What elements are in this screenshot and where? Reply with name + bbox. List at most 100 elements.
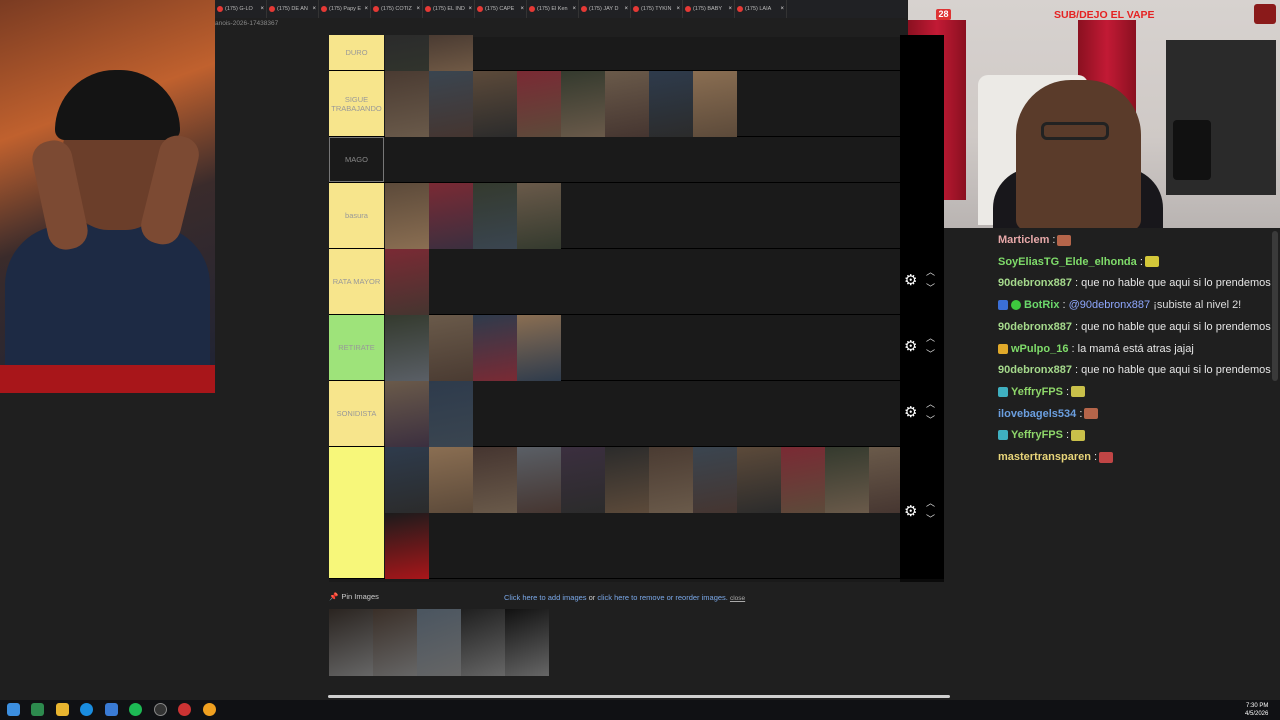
pinned-image[interactable]	[505, 609, 549, 676]
tier-image[interactable]	[737, 447, 781, 513]
pinned-image[interactable]	[373, 609, 417, 676]
browser-tab[interactable]: (175) DE AN ×	[267, 0, 319, 18]
chat-username[interactable]: YeffryFPS	[1011, 386, 1063, 398]
tier-image[interactable]	[429, 447, 473, 513]
tier-image[interactable]	[605, 71, 649, 137]
chat-username[interactable]: 90debronx887	[998, 321, 1072, 333]
pin-images-label[interactable]: 📌 Pin Images	[329, 592, 379, 601]
tier-image[interactable]	[693, 71, 737, 137]
close-link[interactable]: close	[730, 595, 745, 602]
tier-image[interactable]	[385, 183, 429, 249]
close-tab-icon[interactable]: ×	[780, 6, 784, 12]
tier-image[interactable]	[385, 249, 429, 315]
tier-image[interactable]	[649, 447, 693, 513]
tier-image[interactable]	[517, 71, 561, 137]
chat-username[interactable]: BotRix	[1024, 299, 1059, 311]
chat-username[interactable]: YeffryFPS	[1011, 429, 1063, 441]
close-tab-icon[interactable]: ×	[260, 6, 264, 12]
tier-image[interactable]	[473, 447, 517, 513]
browser-tab[interactable]: (175) G-LO ×	[215, 0, 267, 18]
spotify-icon[interactable]	[129, 703, 142, 716]
browser-tab[interactable]: (175) COTIZ ×	[371, 0, 423, 18]
tier-image[interactable]	[825, 447, 869, 513]
tier-image[interactable]	[649, 71, 693, 137]
tier-label[interactable]	[329, 447, 384, 578]
tier-label[interactable]: SONIDISTA	[329, 381, 384, 446]
close-tab-icon[interactable]: ×	[676, 6, 680, 12]
tier-image[interactable]	[429, 315, 473, 381]
settings-gear-icon[interactable]: ⚙	[904, 504, 918, 519]
move-down-icon[interactable]: ﹀	[926, 416, 935, 425]
close-tab-icon[interactable]: ×	[312, 6, 316, 12]
settings-gear-icon[interactable]: ⚙	[904, 273, 918, 288]
browser-tab[interactable]: (175) BABY ×	[683, 0, 735, 18]
close-tab-icon[interactable]: ×	[728, 6, 732, 12]
settings-gear-icon[interactable]: ⚙	[904, 339, 918, 354]
chat-username[interactable]: wPulpo_16	[1011, 343, 1068, 355]
browser-tab[interactable]: (175) EL IND ×	[423, 0, 475, 18]
tier-image[interactable]	[561, 447, 605, 513]
browser-tab[interactable]: (175) LAIA ×	[735, 0, 787, 18]
tier-image[interactable]	[517, 447, 561, 513]
tier-image[interactable]	[561, 71, 605, 137]
move-up-icon[interactable]: ︿	[926, 400, 935, 409]
browser-tab[interactable]: (175) JAY D ×	[579, 0, 631, 18]
browser-icon[interactable]	[80, 703, 93, 716]
chat-username[interactable]: ilovebagels534	[998, 408, 1076, 420]
tier-image[interactable]	[429, 381, 473, 447]
tier-image[interactable]	[385, 447, 429, 513]
start-icon[interactable]	[7, 703, 20, 716]
chat-username[interactable]: Marticlem	[998, 234, 1049, 246]
browser-tab[interactable]: (175) CAPE ×	[475, 0, 527, 18]
tier-image[interactable]	[473, 183, 517, 249]
tier-image[interactable]	[385, 513, 429, 579]
tier-label[interactable]: basura	[329, 183, 384, 248]
tier-label[interactable]: RATA MAYOR	[329, 249, 384, 314]
settings-gear-icon[interactable]: ⚙	[904, 405, 918, 420]
tier-image[interactable]	[385, 71, 429, 137]
move-up-icon[interactable]: ︿	[926, 268, 935, 277]
horizontal-scrollbar[interactable]	[328, 695, 950, 698]
close-tab-icon[interactable]: ×	[364, 6, 368, 12]
tier-label[interactable]: DURO	[329, 35, 384, 70]
tier-label[interactable]: MAGO	[329, 137, 384, 182]
chat-username[interactable]: SoyEliasTG_Elde_elhonda	[998, 256, 1137, 268]
obs-icon[interactable]	[154, 703, 167, 716]
move-up-icon[interactable]: ︿	[926, 334, 935, 343]
chat-username[interactable]: 90debronx887	[998, 364, 1072, 376]
browser-tab[interactable]: (175) Papy E ×	[319, 0, 371, 18]
close-tab-icon[interactable]: ×	[572, 6, 576, 12]
move-down-icon[interactable]: ﹀	[926, 515, 935, 524]
tier-label[interactable]: SIGUE TRABAJANDO	[329, 71, 384, 136]
tier-image[interactable]	[385, 315, 429, 381]
move-down-icon[interactable]: ﹀	[926, 350, 935, 359]
browser-tab[interactable]: (175) TYKIN ×	[631, 0, 683, 18]
pinned-image[interactable]	[461, 609, 505, 676]
close-tab-icon[interactable]: ×	[624, 6, 628, 12]
chat-username[interactable]: mastertransparen	[998, 451, 1091, 463]
close-tab-icon[interactable]: ×	[416, 6, 420, 12]
tier-image[interactable]	[429, 71, 473, 137]
chat-scrollbar[interactable]	[1272, 231, 1278, 381]
tier-image[interactable]	[517, 183, 561, 249]
pinned-image[interactable]	[417, 609, 461, 676]
chat-username[interactable]: 90debronx887	[998, 277, 1072, 289]
clock[interactable]: 7:30 PM 4/5/2026	[1245, 702, 1268, 718]
reorder-images-link[interactable]: click here to remove or reorder images.	[597, 593, 727, 602]
pinned-image[interactable]	[329, 609, 373, 676]
browser-tab[interactable]: (175) El Ken ×	[527, 0, 579, 18]
add-images-link[interactable]: Click here to add images	[504, 593, 587, 602]
move-up-icon[interactable]: ︿	[926, 499, 935, 508]
close-tab-icon[interactable]: ×	[520, 6, 524, 12]
tier-image[interactable]	[385, 381, 429, 447]
record-icon[interactable]	[178, 703, 191, 716]
tier-label[interactable]: RETIRATE	[329, 315, 384, 380]
tier-image[interactable]	[605, 447, 649, 513]
app-icon[interactable]	[31, 703, 44, 716]
tier-image[interactable]	[429, 183, 473, 249]
tier-image[interactable]	[473, 71, 517, 137]
chat-mention[interactable]: @90debronx887	[1069, 299, 1151, 311]
chrome-icon[interactable]	[203, 703, 216, 716]
tier-image[interactable]	[517, 315, 561, 381]
folder-icon[interactable]	[56, 703, 69, 716]
